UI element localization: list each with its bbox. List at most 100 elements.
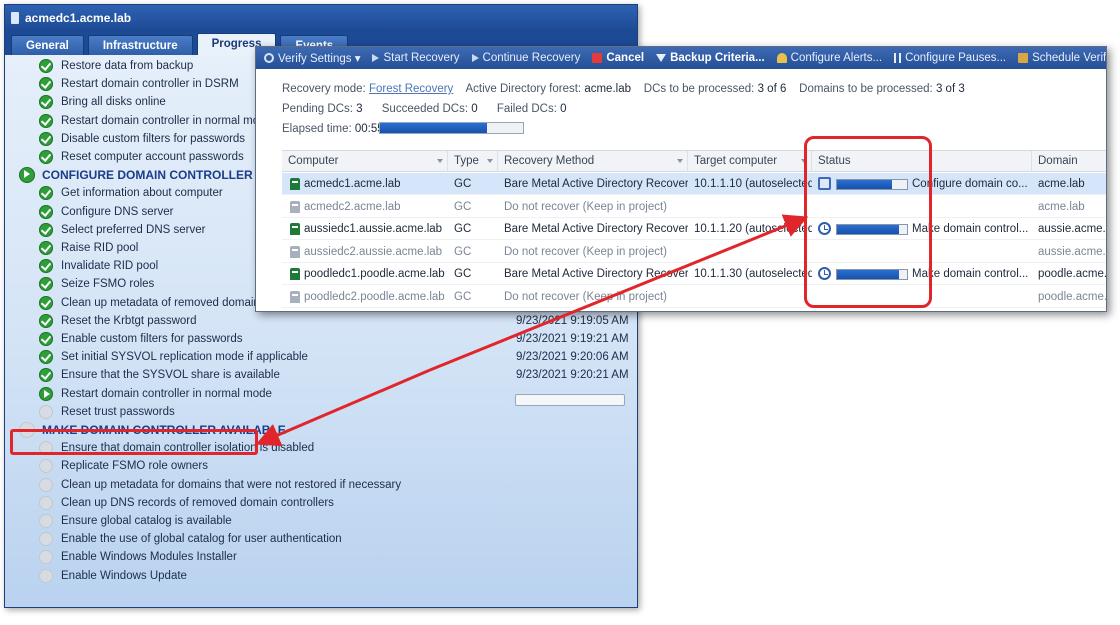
column-header-label: Target computer [694,155,778,167]
toolbar-button[interactable]: Cancel [586,52,650,64]
step-label: Set initial SYSVOL replication mode if a… [61,351,308,364]
check-circle-icon [39,113,53,128]
type-cell: GC [454,200,472,213]
table-row[interactable]: aussiedc2.aussie.acme.lab GC Do not recove… [282,241,1106,263]
check-circle-icon [39,259,53,274]
filter-dropdown-icon[interactable] [677,159,683,163]
server-icon [290,200,300,213]
check-circle-icon [39,277,53,292]
column-header[interactable]: Computer [282,151,448,172]
step-label: Raise RID pool [61,242,139,254]
step-label: Bring all disks online [61,96,166,109]
step-item: Clean up metadata for domains that were … [5,476,637,494]
step-label: Enable Windows Update [61,569,187,582]
computer-name: acmedc1.acme.lab [304,178,401,190]
pause-icon [894,53,902,63]
computer-name: aussiedc2.aussie.acme.lab [304,245,443,258]
domains-label: Domains to be processed: [799,83,933,95]
schedule-icon [1018,53,1029,63]
callout-box-status [804,136,932,308]
step-item: Ensure that the SYSVOL share is availabl… [5,366,637,384]
step-label: Enable Windows Modules Installer [61,551,237,564]
table-row[interactable]: acmedc1.acme.lab GC Bare Metal Active Dire… [282,173,1106,195]
check-circle-icon [39,241,53,255]
target-computer-cell: 10.1.1.10 (autoselected) [694,178,812,190]
column-header-label: Computer [288,155,339,167]
step-label: Get information about computer [61,187,223,200]
recovery-method-cell: Bare Metal Active Directory Recovery [504,268,688,280]
succeeded-dcs-value: 0 [471,103,478,115]
computer-cell: aussiedc2.aussie.acme.lab [282,241,448,263]
table-row[interactable]: poodledc2.poodle.acme.lab GC Do not recove… [282,286,1107,308]
step-item: Enable Windows Update [5,567,637,585]
filter-dropdown-icon[interactable] [487,159,493,163]
tab-general[interactable]: General [11,35,84,55]
filter-dropdown-icon[interactable] [437,159,443,163]
computer-name: poodledc2.poodle.acme.lab [304,290,445,303]
step-label: Restart domain controller in normal mod [61,114,266,127]
recovery-mode-link[interactable]: Forest Recovery [369,83,453,95]
toolbar-button[interactable]: Verify Settings ▾ [258,51,366,65]
check-circle-icon [39,368,53,383]
table-row[interactable]: aussiedc1.aussie.acme.lab GC Bare Metal Ac… [282,218,1106,240]
check-circle-icon [39,59,53,73]
domain-cell: aussie.acme.lab [1038,245,1106,258]
domain-cell: acme.lab [1038,200,1085,213]
server-icon [290,290,300,303]
recovery-method-cell: Do not recover (Keep in project) [504,290,667,303]
funnel-icon [656,54,667,62]
step-label: Restore data from backup [61,60,194,72]
toolbar-button[interactable]: Start Recovery [366,52,465,64]
step-timestamp: 9/23/2021 9:19:05 AM [516,314,629,327]
play-circle-icon [19,167,35,184]
column-header[interactable]: Domain [1032,151,1106,172]
pending-circle-icon [39,550,53,565]
column-header[interactable]: Recovery Method [498,151,688,172]
check-circle-icon [39,204,53,219]
step-item: Replicate FSMO role owners [5,457,637,475]
toolbar-button-label: Start Recovery [383,52,460,64]
step-label: Invalidate RID pool [61,260,159,273]
toolbar-button[interactable]: Continue Recovery [466,52,587,64]
tab-infrastructure[interactable]: Infrastructure [87,35,193,55]
pending-circle-icon [39,495,53,510]
recovery-method-cell: Bare Metal Active Directory Recovery [504,223,688,235]
step-item: Reset the Krbtgt password 9/23/2021 9:19:… [5,312,637,330]
pending-dcs-label: Pending DCs: [282,103,353,115]
step-label: Reset the Krbtgt password [61,314,197,327]
step-label: Seize FSMO roles [61,278,155,291]
table-row[interactable]: acmedc2.acme.lab GC Do not recover (Keep i… [282,196,1106,218]
toolbar-button[interactable]: Schedule Verify... [1012,52,1106,64]
column-header[interactable]: Type [448,151,498,172]
recovery-method-cell: Bare Metal Active Directory Recovery [504,178,688,190]
toolbar-button[interactable]: Configure Pauses... [888,52,1012,64]
step-item: Enable Windows Modules Installer [5,548,637,566]
step-timestamp: 9/23/2021 9:20:21 AM [516,369,629,382]
pending-circle-icon [39,532,53,547]
toolbar-button[interactable]: Configure Alerts... [771,52,888,64]
play-circle-icon [39,386,53,401]
domain-cell: poodle.acme.lab [1038,290,1107,303]
toolbar-button-label: Backup Criteria... [670,52,765,64]
elapsed-progress-bar [379,122,524,134]
succeeded-dcs-label: Succeeded DCs: [381,103,469,115]
step-label: Configure DNS server [61,205,174,218]
domain-cell: aussie.acme.lab [1038,223,1106,235]
target-computer-cell: 10.1.1.30 (autoselected) [694,268,812,280]
step-label: CONFIGURE DOMAIN CONTROLLER [42,168,253,183]
pending-dcs-value: 3 [356,103,363,115]
grid-header: Computer Type Recovery Method Target comput… [282,150,1106,172]
step-item: Set initial SYSVOL replication mode if a… [5,348,637,366]
target-computer-cell: 10.1.1.20 (autoselected) [694,223,812,235]
step-label: Clean up metadata for domains that were … [61,478,402,491]
step-label: Enable the use of global catalog for use… [61,533,342,546]
failed-dcs-value: 0 [560,103,567,115]
table-row[interactable]: poodledc1.poodle.acme.lab GC Bare Metal Ac… [282,263,1106,285]
recovery-method-cell: Do not recover (Keep in project) [504,200,667,213]
step-item: Enable custom filters for passwords 9/23/… [5,330,637,348]
play-icon [372,54,380,62]
toolbar-button[interactable]: Backup Criteria... [650,52,771,64]
column-header[interactable]: Target computer [688,151,812,172]
step-label: Disable custom filters for passwords [61,132,246,145]
failed-dcs-label: Failed DCs: [496,103,557,115]
